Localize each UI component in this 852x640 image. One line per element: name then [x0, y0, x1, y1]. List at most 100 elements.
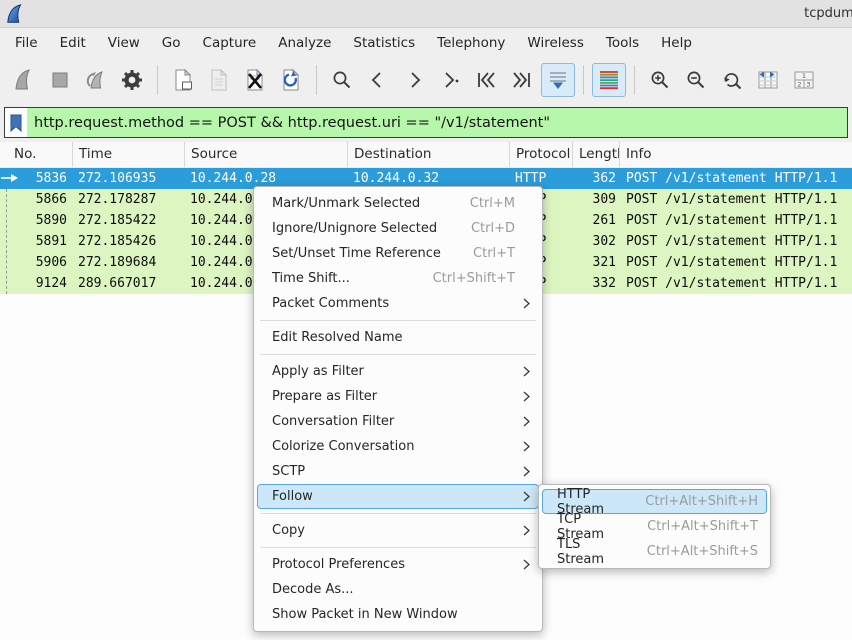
menu-item-label: Copy: [272, 523, 305, 538]
menu-item-protocol-preferences[interactable]: Protocol Preferences: [257, 552, 539, 577]
colorize-packets-icon[interactable]: [592, 63, 626, 97]
go-to-packet-icon[interactable]: [433, 63, 467, 97]
menu-item-shortcut: Ctrl+Alt+Shift+T: [629, 519, 758, 534]
menu-item-shortcut: Ctrl+Shift+T: [415, 271, 515, 286]
follow-submenu: HTTP StreamCtrl+Alt+Shift+H TCP StreamCt…: [538, 484, 771, 569]
cell-no: 5866: [0, 189, 73, 210]
menu-item-prepare-as-filter[interactable]: Prepare as Filter: [257, 384, 539, 409]
cell-time: 272.178287: [73, 189, 185, 210]
filter-bookmark-button[interactable]: [5, 108, 28, 137]
current-packet-arrow-icon: [1, 171, 19, 185]
menu-item-label: Colorize Conversation: [272, 439, 414, 454]
submenu-chevron-icon: [523, 366, 530, 377]
menu-go[interactable]: Go: [151, 31, 192, 55]
menu-item-time-reference[interactable]: Set/Unset Time ReferenceCtrl+T: [257, 241, 539, 266]
restart-capture-icon[interactable]: [79, 63, 113, 97]
menu-item-packet-comments[interactable]: Packet Comments: [257, 291, 539, 316]
stop-capture-icon[interactable]: [43, 63, 77, 97]
menu-item-copy[interactable]: Copy: [257, 518, 539, 543]
first-packet-icon[interactable]: [469, 63, 503, 97]
toolbar-separator: [316, 65, 317, 95]
display-filter-input[interactable]: [28, 108, 847, 137]
menu-item-label: Conversation Filter: [272, 414, 394, 429]
cell-no: 9124: [0, 273, 73, 294]
menu-item-conversation-filter[interactable]: Conversation Filter: [257, 409, 539, 434]
find-packet-icon[interactable]: [325, 63, 359, 97]
menu-wireless[interactable]: Wireless: [516, 31, 595, 55]
cell-info: POST /v1/statement HTTP/1.1: [620, 273, 852, 294]
go-forward-icon[interactable]: [397, 63, 431, 97]
cell-info: POST /v1/statement HTTP/1.1: [620, 231, 852, 252]
zoom-in-icon[interactable]: [643, 63, 677, 97]
submenu-chevron-icon: [523, 441, 530, 452]
submenu-item-tls-stream[interactable]: TLS StreamCtrl+Alt+Shift+S: [542, 539, 767, 564]
menu-item-follow[interactable]: Follow: [257, 484, 539, 509]
menu-view[interactable]: View: [97, 31, 151, 55]
capture-options-gear-icon[interactable]: [115, 63, 149, 97]
column-header-no[interactable]: No.: [0, 142, 73, 167]
layout-icon[interactable]: 123: [787, 63, 821, 97]
cell-length: 321: [573, 252, 620, 273]
column-header-time[interactable]: Time: [73, 142, 185, 167]
column-header-source[interactable]: Source: [185, 142, 348, 167]
svg-text:2: 2: [797, 81, 801, 89]
menu-tools[interactable]: Tools: [595, 31, 650, 55]
packet-context-menu: Mark/Unmark SelectedCtrl+M Ignore/Unigno…: [253, 186, 543, 632]
menu-analyze[interactable]: Analyze: [267, 31, 342, 55]
submenu-item-tcp-stream[interactable]: TCP StreamCtrl+Alt+Shift+T: [542, 514, 767, 539]
zoom-out-icon[interactable]: [679, 63, 713, 97]
cell-length: 302: [573, 231, 620, 252]
submenu-item-http-stream[interactable]: HTTP StreamCtrl+Alt+Shift+H: [542, 489, 767, 514]
zoom-reset-icon[interactable]: [715, 63, 749, 97]
cell-info: POST /v1/statement HTTP/1.1: [620, 252, 852, 273]
menu-edit[interactable]: Edit: [49, 31, 97, 55]
menu-statistics[interactable]: Statistics: [342, 31, 426, 55]
close-file-icon[interactable]: [238, 63, 272, 97]
packet-list-header: No. Time Source Destination Protocol Len…: [0, 142, 852, 168]
menu-capture[interactable]: Capture: [192, 31, 268, 55]
menu-item-sctp[interactable]: SCTP: [257, 459, 539, 484]
menu-item-label: Follow: [272, 489, 313, 504]
submenu-chevron-icon: [523, 416, 530, 427]
menu-item-mark-unmark[interactable]: Mark/Unmark SelectedCtrl+M: [257, 191, 539, 216]
resize-columns-icon[interactable]: [751, 63, 785, 97]
menu-item-colorize-conversation[interactable]: Colorize Conversation: [257, 434, 539, 459]
menu-item-time-shift[interactable]: Time Shift...Ctrl+Shift+T: [257, 266, 539, 291]
menu-item-label: TLS Stream: [557, 537, 629, 567]
menu-item-shortcut: Ctrl+Alt+Shift+H: [627, 494, 758, 509]
window-title: tcpdump: [804, 6, 852, 21]
go-back-icon[interactable]: [361, 63, 395, 97]
menu-separator: [260, 320, 536, 321]
menu-item-apply-as-filter[interactable]: Apply as Filter: [257, 359, 539, 384]
menu-telephony[interactable]: Telephony: [426, 31, 516, 55]
column-header-destination[interactable]: Destination: [348, 142, 510, 167]
menu-item-show-packet-new-window[interactable]: Show Packet in New Window: [257, 602, 539, 627]
menu-item-ignore-unignore[interactable]: Ignore/Unignore SelectedCtrl+D: [257, 216, 539, 241]
menu-item-edit-resolved-name[interactable]: Edit Resolved Name: [257, 325, 539, 350]
menu-item-decode-as[interactable]: Decode As...: [257, 577, 539, 602]
menu-separator: [260, 513, 536, 514]
menu-help[interactable]: Help: [650, 31, 703, 55]
menu-file[interactable]: File: [4, 31, 49, 55]
reload-file-icon[interactable]: [274, 63, 308, 97]
menu-item-shortcut: Ctrl+T: [455, 246, 515, 261]
open-file-icon[interactable]: [166, 63, 200, 97]
column-header-protocol[interactable]: Protocol: [510, 142, 573, 167]
cell-length: 332: [573, 273, 620, 294]
title-bar: tcpdump: [0, 0, 852, 28]
last-packet-icon[interactable]: [505, 63, 539, 97]
cell-no: 5890: [0, 210, 73, 231]
cell-no: 5906: [0, 252, 73, 273]
main-toolbar: 123: [0, 57, 852, 103]
column-header-info[interactable]: Info: [620, 142, 852, 167]
start-capture-icon[interactable]: [7, 63, 41, 97]
menu-item-label: Show Packet in New Window: [272, 607, 458, 622]
toolbar-separator: [157, 65, 158, 95]
cell-length: 362: [573, 168, 620, 189]
save-file-icon[interactable]: [202, 63, 236, 97]
menu-item-label: Protocol Preferences: [272, 557, 405, 572]
column-header-length[interactable]: Length: [573, 142, 620, 167]
menu-item-shortcut: Ctrl+D: [453, 221, 515, 236]
submenu-chevron-icon: [523, 391, 530, 402]
auto-scroll-icon[interactable]: [541, 63, 575, 97]
